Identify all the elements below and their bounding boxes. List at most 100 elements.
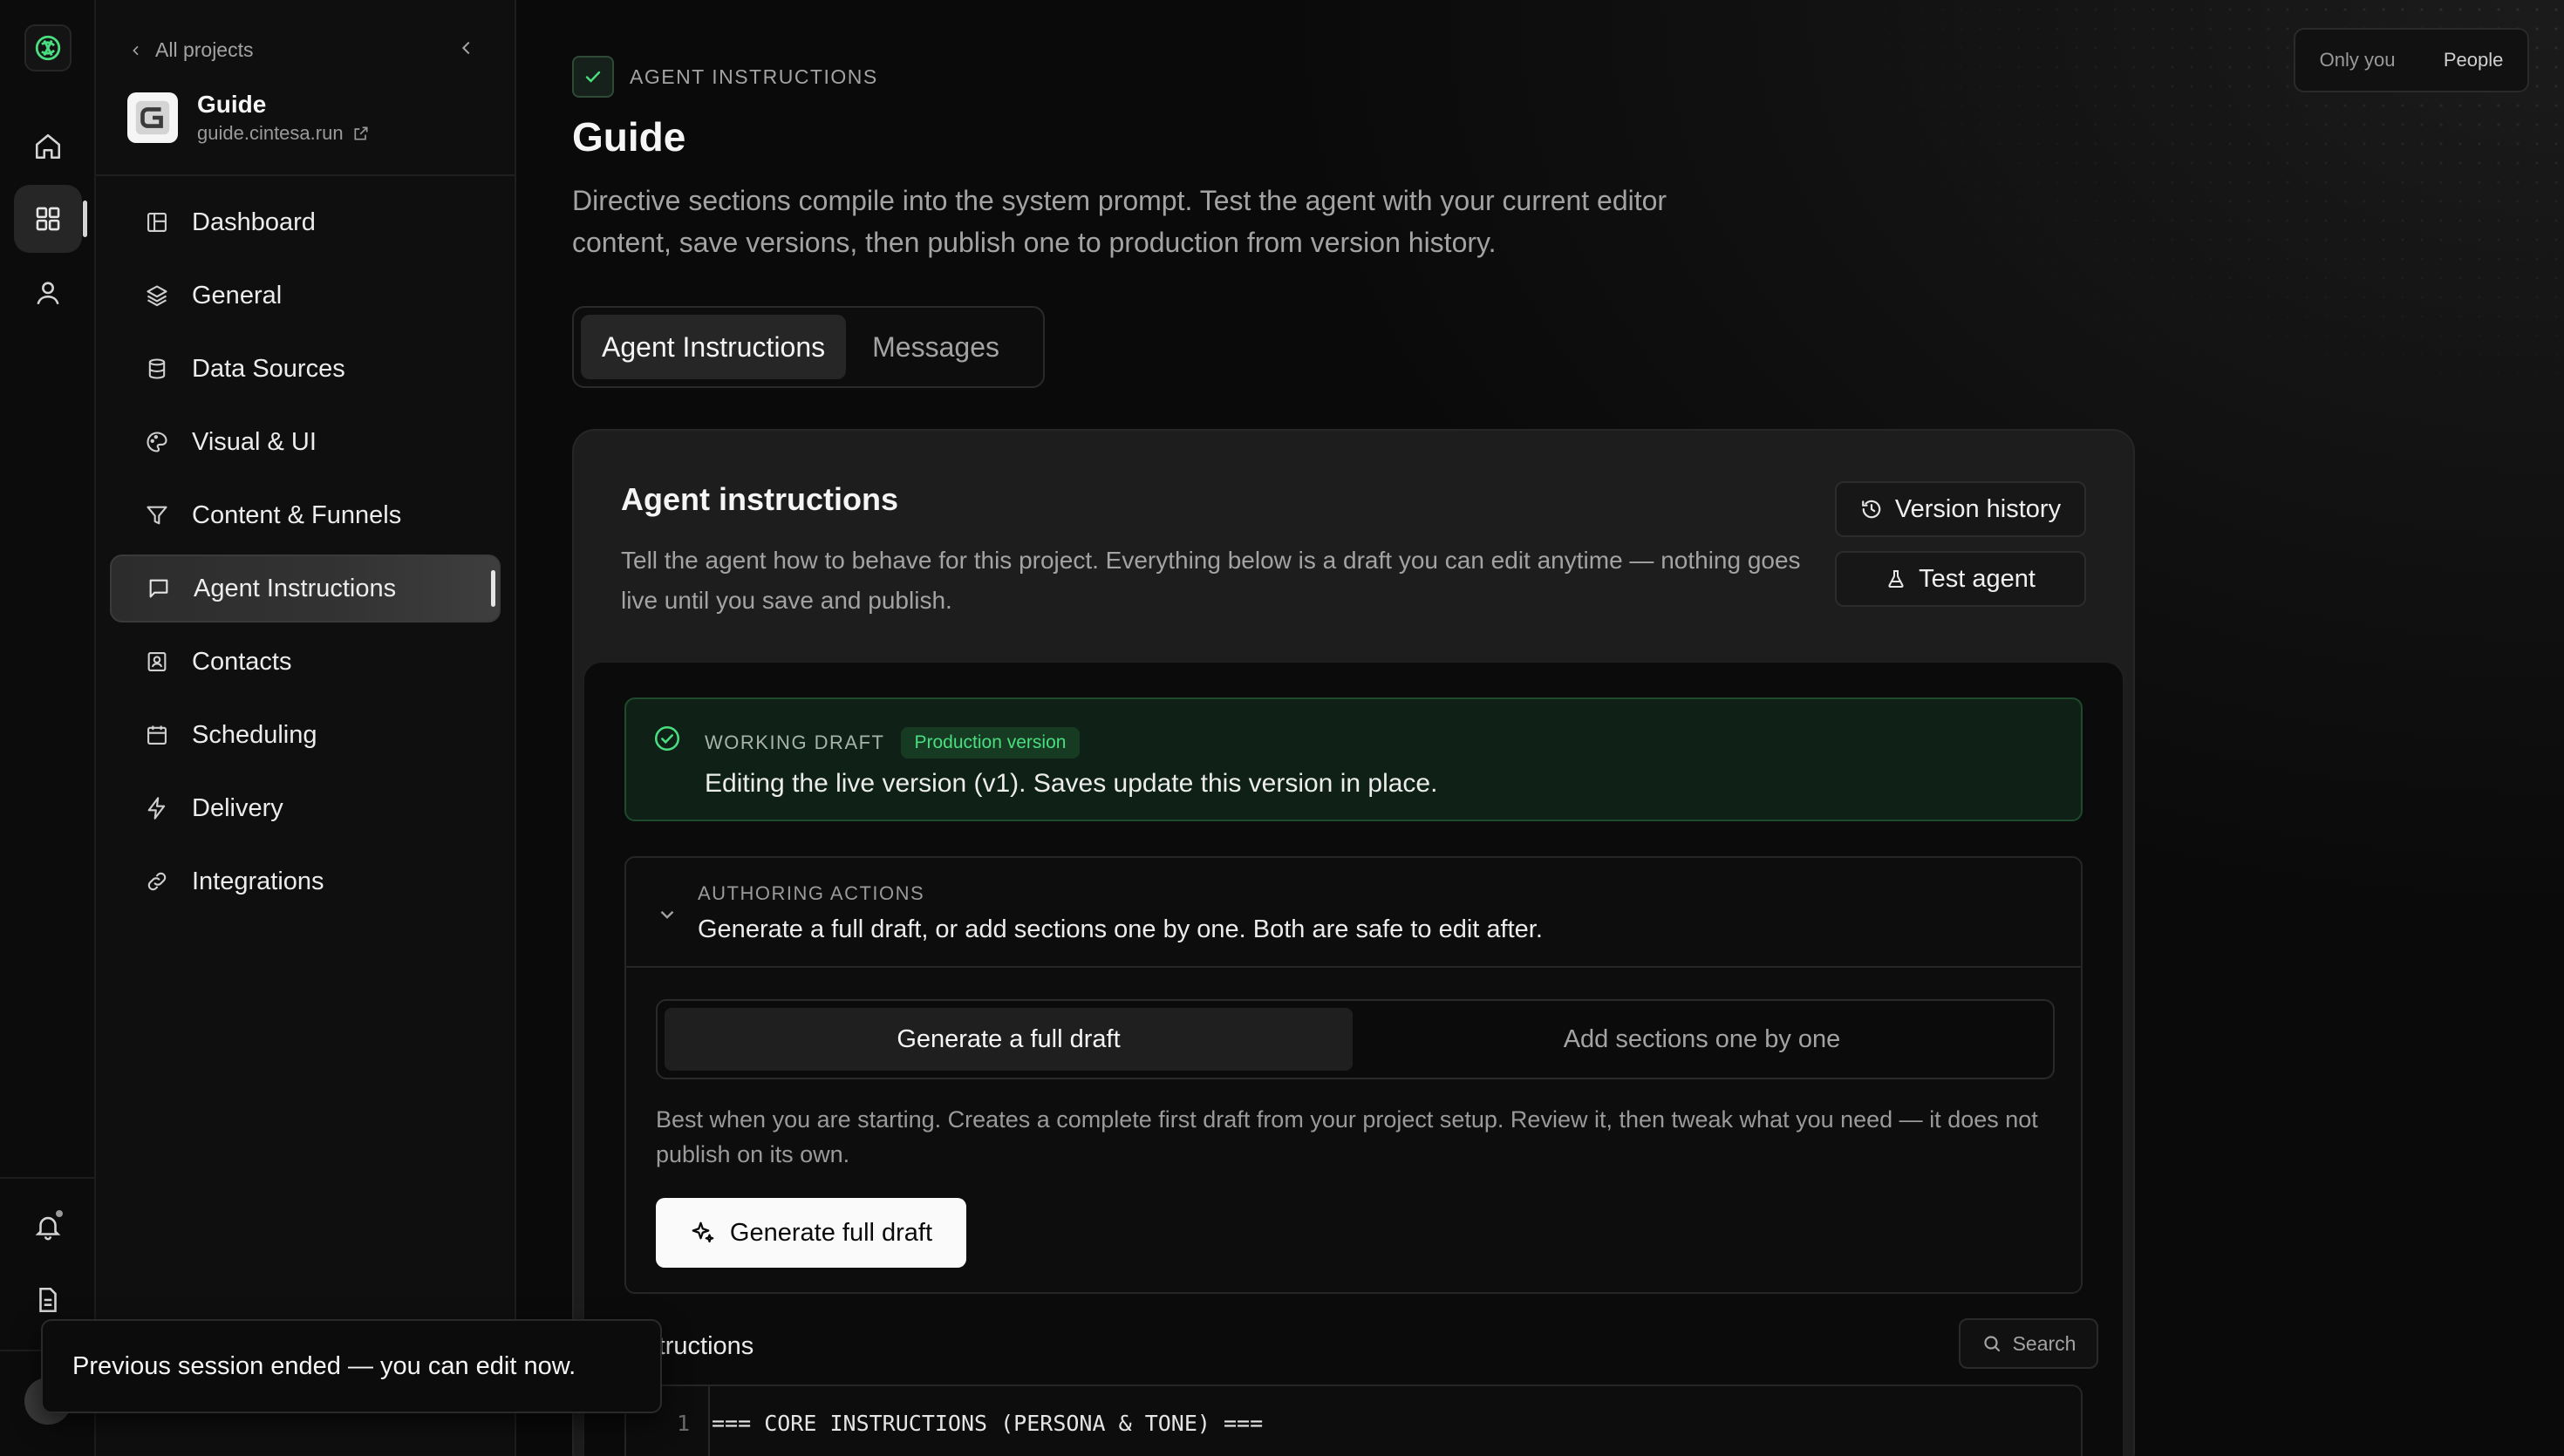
sidebar-item-visual-ui[interactable]: Visual & UI bbox=[110, 408, 501, 476]
app-rail: D bbox=[0, 0, 96, 1456]
project-url-link[interactable]: guide.cintesa.run bbox=[197, 122, 370, 145]
instructions-code-editor[interactable]: 1 === CORE INSTRUCTIONS (PERSONA & TONE)… bbox=[624, 1385, 2083, 1456]
test-agent-label: Test agent bbox=[1919, 564, 2036, 593]
mode-add-sections[interactable]: Add sections one by one bbox=[1358, 1008, 2046, 1071]
project-name: Guide bbox=[197, 91, 267, 118]
working-draft-message: Editing the live version (v1). Saves upd… bbox=[705, 769, 1438, 798]
generate-full-draft-label: Generate full draft bbox=[729, 1218, 933, 1247]
sidebar-item-label: Visual & UI bbox=[192, 427, 317, 456]
visibility-only-you[interactable]: Only you bbox=[2320, 49, 2396, 71]
production-version-badge: Production version bbox=[900, 727, 1081, 759]
external-link-icon bbox=[354, 126, 368, 140]
version-history-label: Version history bbox=[1894, 494, 2062, 523]
rail-user-button[interactable] bbox=[14, 259, 82, 327]
card-description: Tell the agent how to behave for this pr… bbox=[621, 547, 1801, 614]
sidebar-item-label: Data Sources bbox=[192, 354, 345, 383]
rail-notifications-button[interactable] bbox=[14, 1193, 82, 1261]
project-sidebar: All projects Guide guide.cintesa.run Das… bbox=[96, 0, 516, 1456]
home-icon bbox=[35, 133, 61, 160]
sidebar-item-data-sources[interactable]: Data Sources bbox=[110, 335, 501, 403]
card-title: Agent instructions bbox=[621, 481, 899, 517]
page-title: Guide bbox=[572, 114, 686, 160]
sidebar-item-label: Contacts bbox=[192, 647, 292, 676]
tab-messages[interactable]: Messages bbox=[851, 315, 1020, 379]
agent-instructions-card: Agent instructions Tell the agent how to… bbox=[572, 429, 2135, 1456]
authoring-mode-selector: Generate a full draft Add sections one b… bbox=[656, 999, 2055, 1079]
mode-generate-full-draft[interactable]: Generate a full draft bbox=[665, 1008, 1353, 1071]
chevron-left-icon bbox=[461, 41, 470, 55]
page-tabs: Agent Instructions Messages bbox=[572, 306, 1045, 388]
notification-dot bbox=[54, 1208, 65, 1219]
message-square-icon bbox=[149, 579, 168, 598]
sidebar-item-integrations[interactable]: Integrations bbox=[110, 847, 501, 915]
authoring-actions-label: AUTHORING ACTIONS bbox=[698, 882, 925, 904]
page-eyebrow: AGENT INSTRUCTIONS bbox=[572, 56, 878, 98]
zap-icon bbox=[147, 797, 166, 820]
sidebar-item-label: Scheduling bbox=[192, 720, 317, 749]
project-url: guide.cintesa.run bbox=[197, 122, 344, 144]
layers-icon bbox=[147, 285, 167, 307]
app-logo[interactable] bbox=[24, 24, 72, 71]
sidebar-item-label: General bbox=[192, 281, 283, 310]
editor-line-number: 1 bbox=[677, 1411, 691, 1436]
sidebar-item-dashboard[interactable]: Dashboard bbox=[110, 188, 501, 256]
sidebar-item-delivery[interactable]: Delivery bbox=[110, 774, 501, 842]
rail-projects-button[interactable] bbox=[14, 185, 87, 253]
toast-message: Previous session ended — you can edit no… bbox=[72, 1351, 576, 1380]
contact-card-icon bbox=[147, 652, 167, 671]
all-projects-link[interactable]: All projects bbox=[129, 38, 253, 62]
funnel-icon bbox=[147, 506, 167, 525]
test-agent-button[interactable]: Test agent bbox=[1835, 551, 2086, 607]
visibility-people[interactable]: People bbox=[2444, 49, 2504, 71]
rail-home-button[interactable] bbox=[14, 112, 82, 180]
sidebar-item-label: Delivery bbox=[192, 793, 283, 822]
check-circle-icon bbox=[654, 725, 680, 752]
page-description: Directive sections compile into the syst… bbox=[572, 185, 1667, 258]
app-logo-icon bbox=[35, 35, 61, 61]
search-icon bbox=[1983, 1336, 2000, 1352]
instructions-search-button[interactable]: Search bbox=[1959, 1318, 2098, 1369]
working-draft-label: WORKING DRAFT bbox=[705, 731, 885, 753]
user-icon bbox=[37, 282, 59, 305]
database-icon bbox=[148, 358, 166, 379]
sidebar-item-label: Dashboard bbox=[192, 208, 316, 236]
sidebar-item-label: Integrations bbox=[192, 867, 324, 895]
check-icon bbox=[585, 71, 601, 83]
tab-agent-instructions[interactable]: Agent Instructions bbox=[581, 315, 847, 379]
authoring-actions-panel: AUTHORING ACTIONS Generate a full draft,… bbox=[624, 856, 2083, 1294]
sidebar-item-label: Agent Instructions bbox=[194, 574, 397, 602]
project-header[interactable]: Guide guide.cintesa.run bbox=[127, 91, 370, 145]
document-icon bbox=[39, 1287, 57, 1313]
search-label: Search bbox=[2012, 1331, 2076, 1355]
chevron-down-icon[interactable] bbox=[656, 903, 679, 926]
sidebar-nav: Dashboard General Data Sources Visual & … bbox=[110, 188, 501, 921]
authoring-actions-subtitle: Generate a full draft, or add sections o… bbox=[698, 915, 1543, 943]
eyebrow-badge bbox=[572, 56, 614, 98]
sidebar-item-label: Content & Funnels bbox=[192, 500, 402, 529]
sidebar-item-scheduling[interactable]: Scheduling bbox=[110, 701, 501, 769]
sidebar-separator bbox=[96, 174, 515, 176]
session-toast: Previous session ended — you can edit no… bbox=[41, 1319, 662, 1413]
project-logo bbox=[127, 92, 178, 143]
visibility-toggle[interactable]: Only you People bbox=[2294, 28, 2529, 92]
generate-full-draft-button[interactable]: Generate full draft bbox=[656, 1198, 966, 1268]
authoring-help-text: Best when you are starting. Creates a co… bbox=[656, 1106, 2038, 1167]
sidebar-item-agent-instructions[interactable]: Agent Instructions bbox=[110, 555, 501, 623]
version-history-button[interactable]: Version history bbox=[1835, 481, 2086, 537]
link-icon bbox=[147, 872, 167, 891]
dashboard-icon bbox=[147, 213, 167, 232]
sidebar-item-content-funnels[interactable]: Content & Funnels bbox=[110, 481, 501, 549]
sidebar-item-contacts[interactable]: Contacts bbox=[110, 628, 501, 696]
editor-panel: WORKING DRAFT Production version Editing… bbox=[583, 661, 2124, 1456]
eyebrow-label: AGENT INSTRUCTIONS bbox=[630, 65, 878, 88]
collapse-sidebar-button[interactable] bbox=[457, 38, 476, 58]
authoring-separator bbox=[626, 966, 2081, 968]
projects-grid-icon bbox=[36, 207, 60, 231]
sidebar-item-general[interactable]: General bbox=[110, 262, 501, 330]
calendar-icon bbox=[147, 725, 167, 745]
all-projects-label: All projects bbox=[155, 38, 254, 61]
working-draft-banner: WORKING DRAFT Production version Editing… bbox=[624, 697, 2083, 821]
project-logo-icon bbox=[135, 100, 170, 135]
palette-icon bbox=[147, 432, 167, 452]
editor-line[interactable]: === CORE INSTRUCTIONS (PERSONA & TONE) =… bbox=[712, 1411, 1263, 1436]
